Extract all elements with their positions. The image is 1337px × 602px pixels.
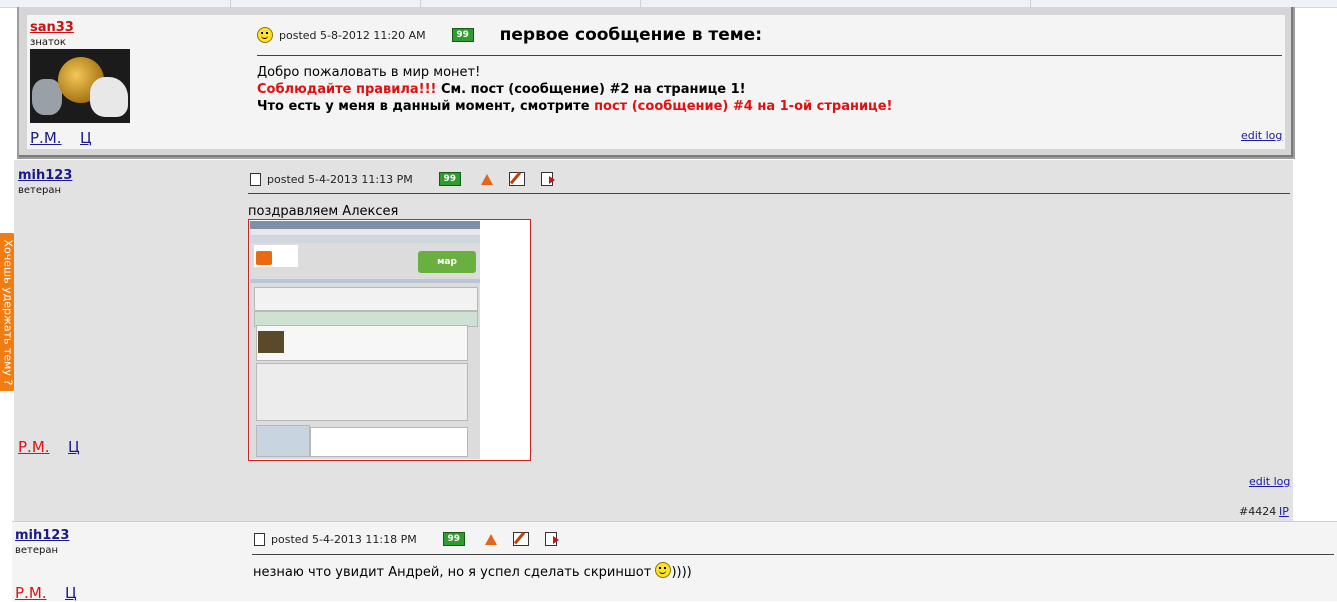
post-3-pm-link[interactable]: Р.М. — [15, 584, 47, 602]
post-3-rank: ветеран — [15, 545, 59, 556]
post-1-body: Добро пожаловать в мир монет! Соблюдайте… — [257, 64, 892, 115]
report-warning-icon[interactable] — [480, 173, 493, 185]
post-1-posted: posted 5-8-2012 11:20 AM — [279, 28, 426, 42]
edit-pencil-icon[interactable] — [512, 532, 529, 546]
post-1-edit-log[interactable]: edit log — [1241, 129, 1282, 142]
post-2-ip-link[interactable]: IP — [1279, 505, 1289, 518]
post-1-line-1: Добро пожаловать в мир монет! — [257, 65, 481, 80]
post-1-title: первое сообщение в теме: — [499, 25, 763, 45]
document-icon — [250, 172, 261, 186]
screenshot-content: мар — [250, 221, 480, 459]
document-icon — [254, 532, 265, 546]
post-1-line-2: Соблюдайте правила!!! См. пост (сообщени… — [257, 82, 746, 97]
post-2-screenshot-image[interactable]: мар — [248, 219, 531, 461]
post-2-rank: ветеран — [18, 185, 62, 196]
post-2-text: поздравляем Алексея — [248, 204, 399, 219]
post-2-pm-link[interactable]: Р.М. — [18, 438, 50, 456]
post-1-meta: posted 5-8-2012 11:20 AM 99 первое сообщ… — [257, 25, 762, 45]
post-1-line-3: Что есть у меня в данный момент, смотрит… — [257, 99, 893, 114]
reply-arrow-icon[interactable] — [544, 532, 559, 546]
quote-icon[interactable]: 99 — [451, 28, 474, 42]
edit-pencil-icon[interactable] — [508, 172, 525, 186]
post-1-inner: san33 знаток Р.М. Ц posted 5-8-2012 11:2… — [27, 15, 1285, 149]
post-1-divider — [257, 55, 1282, 56]
post-1: san33 знаток Р.М. Ц posted 5-8-2012 11:2… — [17, 7, 1295, 159]
post-2-c-link[interactable]: Ц — [68, 438, 80, 456]
post-2-username[interactable]: mih123 — [18, 168, 72, 183]
post-1-pm-link[interactable]: Р.М. — [30, 129, 62, 147]
quote-icon[interactable]: 99 — [442, 532, 465, 546]
smile-icon — [655, 561, 672, 578]
post-2-divider — [248, 193, 1290, 194]
post-1-rank: знаток — [30, 37, 66, 48]
post-3-divider — [252, 554, 1334, 555]
post-2-posted: posted 5-4-2013 11:13 PM — [267, 172, 413, 186]
post-2: mih123 ветеран posted 5-4-2013 11:13 PM … — [14, 160, 1293, 521]
post-2-meta: posted 5-4-2013 11:13 PM 99 — [250, 172, 555, 186]
post-3-c-link[interactable]: Ц — [65, 584, 77, 602]
post-1-c-link[interactable]: Ц — [80, 129, 92, 147]
post-1-username[interactable]: san33 — [30, 20, 74, 35]
post-2-number: #4424 — [1239, 505, 1277, 518]
smile-icon — [257, 27, 273, 43]
report-warning-icon[interactable] — [484, 533, 497, 545]
reply-arrow-icon[interactable] — [540, 172, 555, 186]
side-tab-label: Хочешь удержать тему ? — [1, 239, 15, 386]
post-3: mih123 ветеран posted 5-4-2013 11:18 PM … — [12, 521, 1337, 602]
post-1-avatar[interactable] — [30, 49, 130, 123]
post-3-meta: posted 5-4-2013 11:18 PM 99 — [254, 532, 559, 546]
quote-icon[interactable]: 99 — [438, 172, 461, 186]
post-3-username[interactable]: mih123 — [15, 528, 69, 543]
post-3-text: незнаю что увидит Андрей, но я успел сде… — [253, 561, 692, 581]
post-3-posted: posted 5-4-2013 11:18 PM — [271, 532, 417, 546]
post-2-edit-log[interactable]: edit log — [1249, 475, 1290, 488]
